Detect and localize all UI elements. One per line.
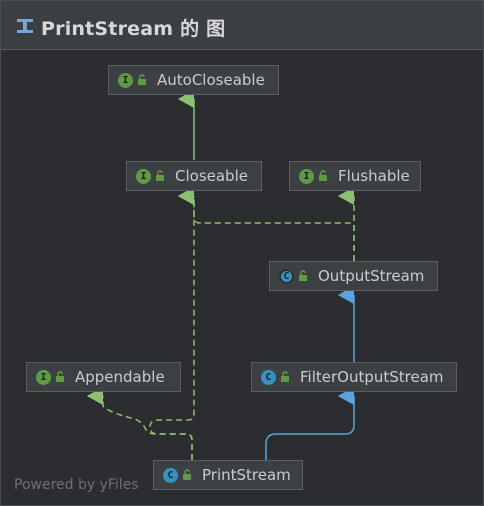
node-label: Flushable bbox=[338, 167, 410, 185]
powered-by-label: Powered by yFiles bbox=[14, 477, 139, 493]
interface-icon: I bbox=[136, 168, 151, 184]
public-lock-icon bbox=[319, 170, 327, 181]
node-label: Appendable bbox=[75, 368, 165, 386]
node-filteroutputstream[interactable]: C FilterOutputStream bbox=[251, 362, 457, 392]
abstract-class-icon: C bbox=[279, 268, 294, 284]
node-closeable[interactable]: I Closeable bbox=[126, 161, 262, 191]
public-lock-icon bbox=[281, 371, 289, 382]
node-label: PrintStream bbox=[202, 466, 291, 484]
node-label: FilterOutputStream bbox=[300, 368, 444, 386]
public-lock-icon bbox=[56, 371, 64, 382]
node-autocloseable[interactable]: I AutoCloseable bbox=[108, 65, 279, 95]
node-label: AutoCloseable bbox=[157, 71, 265, 89]
interface-icon: I bbox=[118, 72, 133, 88]
edge-outputstream-closeable bbox=[177, 187, 355, 261]
node-printstream[interactable]: C PrintStream bbox=[153, 460, 303, 490]
interface-icon: I bbox=[36, 369, 51, 385]
node-label: Closeable bbox=[175, 167, 248, 185]
public-lock-icon bbox=[183, 469, 191, 480]
public-lock-icon bbox=[156, 170, 164, 181]
edge-printstream-closeable bbox=[149, 187, 195, 460]
class-icon: C bbox=[163, 467, 178, 483]
node-flushable[interactable]: I Flushable bbox=[289, 161, 421, 191]
public-lock-icon bbox=[138, 74, 146, 85]
edge-printstream-appendable bbox=[86, 387, 193, 460]
node-appendable[interactable]: I Appendable bbox=[26, 362, 181, 392]
interface-icon: I bbox=[299, 168, 314, 184]
node-label: OutputStream bbox=[318, 267, 425, 285]
public-lock-icon bbox=[299, 270, 307, 281]
class-icon: C bbox=[261, 369, 276, 385]
edge-printstream-filteroutputstream bbox=[265, 387, 355, 460]
node-outputstream[interactable]: C OutputStream bbox=[269, 261, 438, 291]
